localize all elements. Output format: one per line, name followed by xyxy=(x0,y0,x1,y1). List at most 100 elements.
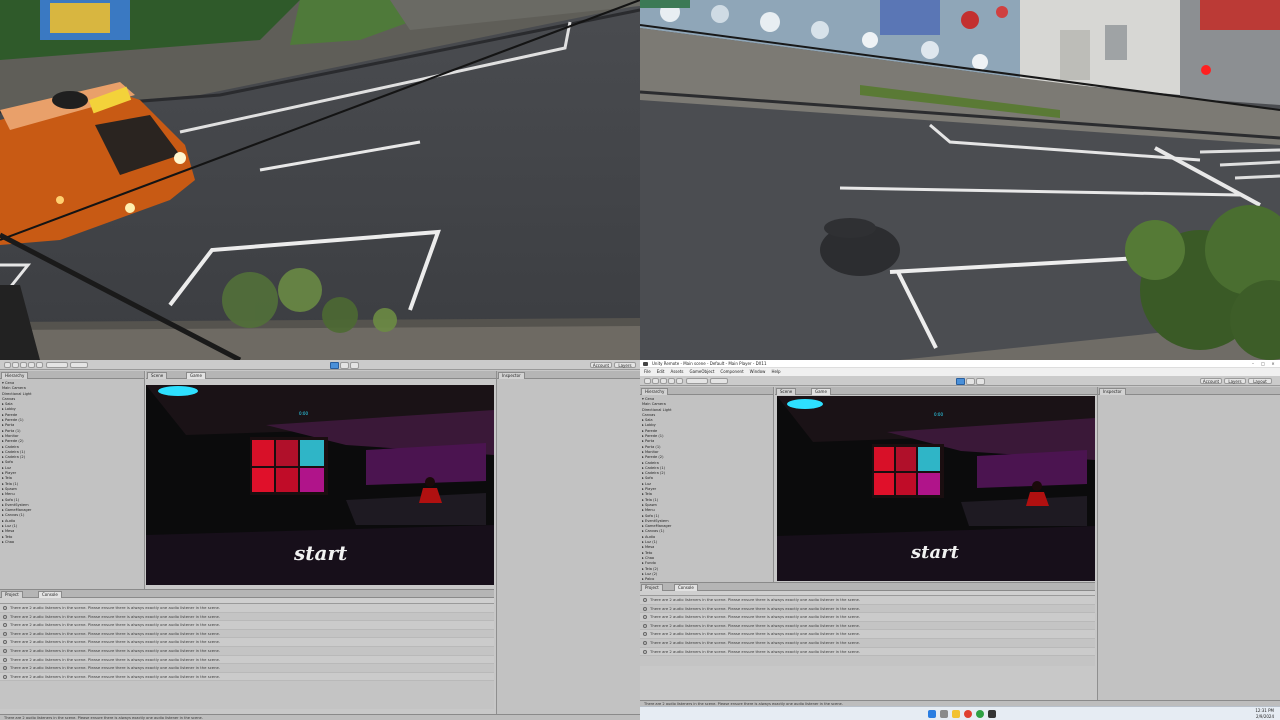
console-log-row[interactable]: There are 2 audio listeners in the scene… xyxy=(0,621,494,630)
info-icon xyxy=(3,674,7,679)
game-view[interactable]: 0:00 start xyxy=(146,385,494,585)
hand-tool-button[interactable] xyxy=(644,378,651,384)
play-button[interactable] xyxy=(956,378,965,385)
rotate-tool-button[interactable] xyxy=(660,378,667,384)
info-icon xyxy=(3,614,7,619)
console-tabbar: Project Console xyxy=(640,583,1095,591)
rect-tool-button[interactable] xyxy=(36,362,43,368)
scale-tool-button[interactable] xyxy=(28,362,35,368)
account-button[interactable]: Account xyxy=(1200,378,1222,384)
console-log-text: There are 2 audio listeners in the scene… xyxy=(10,647,221,653)
menu-item-component[interactable]: Component xyxy=(720,369,743,374)
search-icon[interactable] xyxy=(940,710,948,718)
screen-panel xyxy=(276,440,298,466)
tab-hierarchy[interactable]: Hierarchy xyxy=(641,388,669,395)
global-toggle[interactable] xyxy=(70,362,88,368)
tab-game[interactable]: Game xyxy=(811,388,831,395)
move-tool-button[interactable] xyxy=(652,378,659,384)
menu-item-help[interactable]: Help xyxy=(771,369,780,374)
console-log-row[interactable]: There are 2 audio listeners in the scene… xyxy=(0,655,494,665)
move-tool-button[interactable] xyxy=(12,362,19,368)
tab-scene[interactable]: Scene xyxy=(147,372,168,379)
menu-item-file[interactable]: File xyxy=(644,369,651,374)
start-menu-icon[interactable] xyxy=(928,710,936,718)
console-log-row[interactable]: There are 2 audio listeners in the scene… xyxy=(0,672,494,682)
menu-item-window[interactable]: Window xyxy=(750,369,766,374)
start-title[interactable]: start xyxy=(910,542,960,563)
screen-panel xyxy=(300,468,324,492)
inspector-panel: Inspector xyxy=(496,371,640,720)
console-log-row[interactable]: There are 2 audio listeners in the scene… xyxy=(640,639,1095,648)
unity-taskbar-icon[interactable] xyxy=(988,710,996,718)
taskbar: 12:31 PM 2/9/2024 xyxy=(640,706,1280,720)
console-log-row[interactable]: There are 2 audio listeners in the scene… xyxy=(640,605,1095,614)
console-log-row[interactable]: There are 2 audio listeners in the scene… xyxy=(0,647,494,656)
console-tabbar: Project Console xyxy=(0,590,494,598)
rotate-tool-button[interactable] xyxy=(20,362,27,368)
tab-project[interactable]: Project xyxy=(641,584,663,591)
street-scene-right xyxy=(640,0,1280,360)
camera-feed-street-right xyxy=(640,0,1280,360)
menu-bar: File Edit Assets GameObject Component Window H… xyxy=(640,368,1280,376)
play-button[interactable] xyxy=(330,362,339,369)
account-button[interactable]: Account xyxy=(590,362,612,368)
tab-hierarchy[interactable]: Hierarchy xyxy=(1,372,29,379)
system-clock[interactable]: 12:31 PM 2/9/2024 xyxy=(1255,708,1274,719)
tab-inspector[interactable]: Inspector xyxy=(498,372,525,379)
menu-item-edit[interactable]: Edit xyxy=(657,369,665,374)
hand-tool-button[interactable] xyxy=(4,362,11,368)
tab-console[interactable]: Console xyxy=(674,584,698,591)
console-log-text: There are 2 audio listeners in the scene… xyxy=(650,631,861,637)
info-icon xyxy=(643,632,647,637)
console-log-row[interactable]: There are 2 audio listeners in the scene… xyxy=(640,596,1095,605)
console-log-row[interactable]: There are 2 audio listeners in the scene… xyxy=(0,638,494,647)
pause-button[interactable] xyxy=(966,378,975,385)
tab-console[interactable]: Console xyxy=(38,591,62,598)
browser-icon[interactable] xyxy=(964,710,972,718)
console-log-row[interactable]: There are 2 audio listeners in the scene… xyxy=(0,664,494,673)
close-icon[interactable]: × xyxy=(1270,362,1276,366)
file-explorer-icon[interactable] xyxy=(952,710,960,718)
start-title[interactable]: start xyxy=(293,541,348,565)
game-view[interactable]: 0:00 start xyxy=(777,396,1095,581)
info-icon xyxy=(643,615,647,620)
app-icon[interactable] xyxy=(976,710,984,718)
toolbar: Account Layers Layout xyxy=(640,376,1280,386)
console-log-row[interactable]: There are 2 audio listeners in the scene… xyxy=(0,613,494,622)
tab-scene[interactable]: Scene xyxy=(776,388,797,395)
console-log-row[interactable]: There are 2 audio listeners in the scene… xyxy=(0,630,494,639)
layers-button[interactable]: Layers xyxy=(1224,378,1246,384)
layout-button[interactable]: Layout xyxy=(1248,378,1272,384)
cyan-light-icon xyxy=(158,386,198,396)
menu-item-assets[interactable]: Assets xyxy=(670,369,683,374)
layers-button[interactable]: Layers xyxy=(614,362,636,368)
global-toggle[interactable] xyxy=(710,378,728,384)
tab-project[interactable]: Project xyxy=(1,591,23,598)
pivot-toggle[interactable] xyxy=(686,378,708,384)
cyan-light-icon xyxy=(787,399,823,409)
console-log-row[interactable]: There are 2 audio listeners in the scene… xyxy=(640,647,1095,657)
tab-inspector[interactable]: Inspector xyxy=(1099,388,1126,395)
minimize-icon[interactable]: – xyxy=(1250,362,1256,366)
console-log-text: There are 2 audio listeners in the scene… xyxy=(650,639,861,645)
maximize-icon[interactable]: □ xyxy=(1260,362,1266,366)
menu-item-gameobject[interactable]: GameObject xyxy=(689,369,714,374)
step-button[interactable] xyxy=(350,362,359,369)
screen-panel xyxy=(896,447,916,471)
tab-game[interactable]: Game xyxy=(186,372,206,379)
clock-time: 12:31 PM xyxy=(1255,708,1274,713)
pause-button[interactable] xyxy=(340,362,349,369)
step-button[interactable] xyxy=(976,378,985,385)
pivot-toggle[interactable] xyxy=(46,362,68,368)
hierarchy-item[interactable]: ▸ Palco xyxy=(642,577,771,580)
status-bar: There are 2 audio listeners in the scene… xyxy=(0,714,640,720)
hierarchy-item[interactable]: ▸ Chao xyxy=(2,540,142,545)
console-log-row[interactable]: There are 2 audio listeners in the scene… xyxy=(0,604,494,613)
console-log-row[interactable]: There are 2 audio listeners in the scene… xyxy=(640,630,1095,639)
console-log-row[interactable]: There are 2 audio listeners in the scene… xyxy=(640,613,1095,622)
console-log-row[interactable]: There are 2 audio listeners in the scene… xyxy=(640,622,1095,631)
scale-tool-button[interactable] xyxy=(668,378,675,384)
info-icon xyxy=(643,606,647,611)
rect-tool-button[interactable] xyxy=(676,378,683,384)
screen-panel xyxy=(918,473,940,495)
